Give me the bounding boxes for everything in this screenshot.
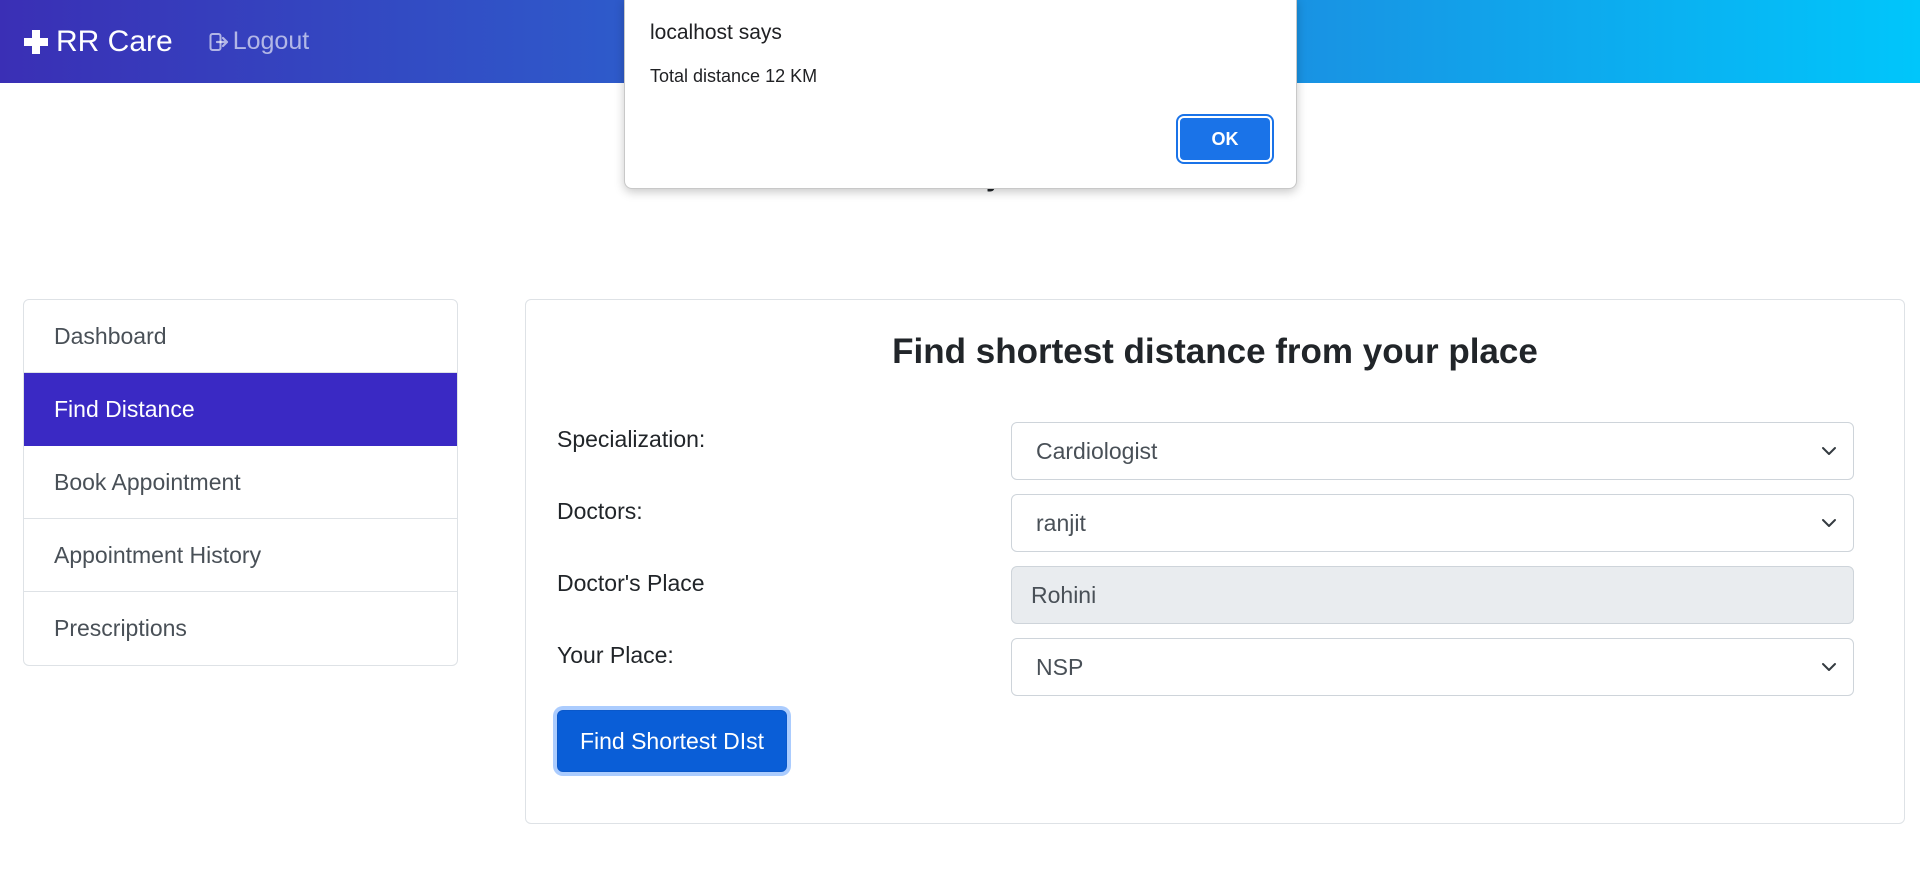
- doctor-place-value: Rohini: [1031, 581, 1097, 608]
- sidebar-menu: Dashboard Find Distance Book Appointment…: [23, 299, 458, 666]
- card-title: Find shortest distance from your place: [892, 332, 1538, 371]
- specialization-value: Cardiologist: [1036, 437, 1158, 464]
- sidebar-item-book-appointment[interactable]: Book Appointment: [24, 446, 457, 519]
- logout-label: Logout: [232, 27, 310, 55]
- your-place-row: Your Place: NSP: [557, 638, 1875, 696]
- sidebar-item-prescriptions[interactable]: Prescriptions: [24, 592, 457, 665]
- doctors-value: ranjit: [1036, 509, 1086, 536]
- specialization-row: Specialization: Cardiologist: [557, 422, 1875, 480]
- alert-message: Total distance 12 KM: [650, 66, 818, 86]
- specialization-label: Specialization:: [557, 426, 706, 452]
- brand-link[interactable]: RR Care: [24, 25, 173, 59]
- chevron-down-icon: [1822, 447, 1836, 455]
- your-place-label: Your Place:: [557, 642, 674, 668]
- find-shortest-distance-button[interactable]: Find Shortest DIst: [557, 710, 787, 772]
- alert-dialog: localhost says Total distance 12 KM OK: [624, 0, 1297, 189]
- doctor-place-field: Rohini: [1011, 566, 1854, 624]
- sidebar-item-find-distance[interactable]: Find Distance: [24, 373, 457, 446]
- find-distance-card: Find shortest distance from your place S…: [525, 299, 1905, 824]
- plus-icon: [24, 29, 48, 54]
- doctors-row: Doctors: ranjit: [557, 494, 1875, 552]
- doctor-place-row: Doctor's Place Rohini: [557, 566, 1875, 624]
- specialization-select[interactable]: Cardiologist: [1011, 422, 1854, 480]
- doctors-select[interactable]: ranjit: [1011, 494, 1854, 552]
- your-place-value: NSP: [1036, 653, 1084, 680]
- doctor-place-label: Doctor's Place: [557, 570, 705, 596]
- logout-link[interactable]: Logout: [209, 27, 309, 56]
- sidebar-item-appointment-history[interactable]: Appointment History: [24, 519, 457, 592]
- brand-label: RR Care: [56, 24, 173, 58]
- logout-icon: [209, 32, 228, 51]
- doctors-label: Doctors:: [557, 498, 643, 524]
- alert-title: localhost says: [650, 21, 782, 44]
- chevron-down-icon: [1822, 519, 1836, 527]
- sidebar-item-dashboard[interactable]: Dashboard: [24, 300, 457, 373]
- alert-ok-button[interactable]: OK: [1178, 116, 1272, 162]
- your-place-select[interactable]: NSP: [1011, 638, 1854, 696]
- chevron-down-icon: [1822, 663, 1836, 671]
